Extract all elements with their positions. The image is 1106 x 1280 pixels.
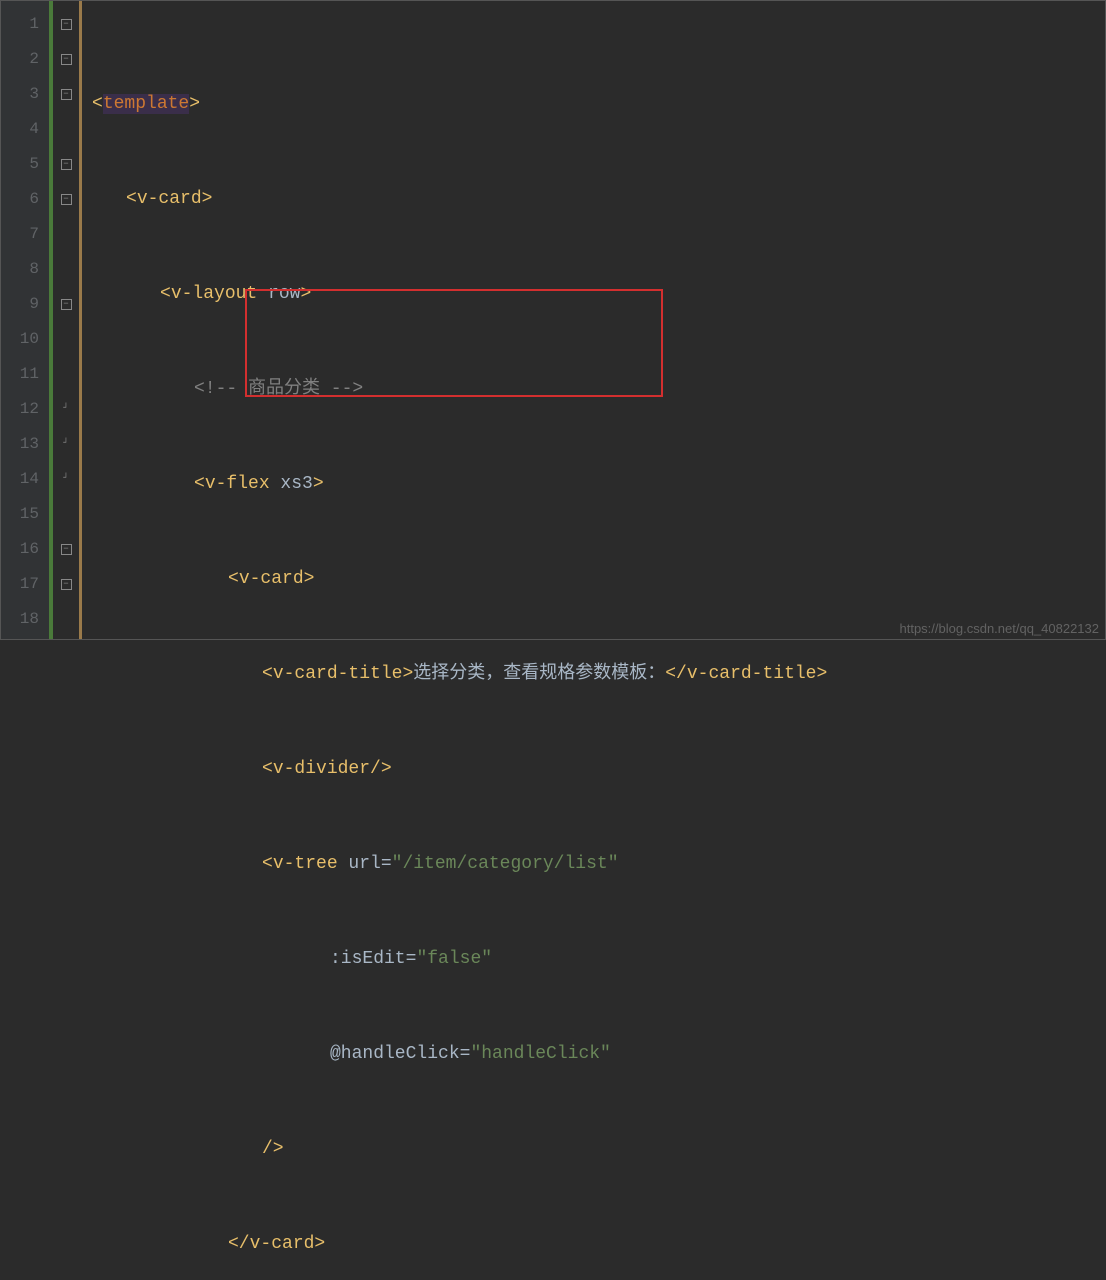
line-number[interactable]: 17: [1, 567, 39, 602]
tag-v-flex: v-flex: [205, 474, 270, 494]
fold-end: ┘: [53, 392, 79, 427]
tag-v-divider: v-divider: [273, 759, 370, 779]
line-number[interactable]: 8: [1, 252, 39, 287]
attr-value-handleclick: "handleClick": [470, 1044, 610, 1064]
fold-toggle[interactable]: −: [53, 7, 79, 42]
line-number[interactable]: 1: [1, 7, 39, 42]
code-area[interactable]: <template> <v-card> <v-layout row> <!-- …: [82, 1, 1105, 639]
line-number[interactable]: 5: [1, 147, 39, 182]
fold-toggle[interactable]: −: [53, 42, 79, 77]
line-number[interactable]: 16: [1, 532, 39, 567]
comment: <!-- 商品分类 -->: [194, 372, 363, 407]
line-number[interactable]: 6: [1, 182, 39, 217]
line-number[interactable]: 2: [1, 42, 39, 77]
fold-toggle[interactable]: −: [53, 567, 79, 602]
fold-toggle[interactable]: −: [53, 147, 79, 182]
fold-toggle[interactable]: −: [53, 532, 79, 567]
fold-toggle[interactable]: −: [53, 77, 79, 112]
attr-value-url: "/item/category/list": [392, 854, 619, 874]
tag-v-card: v-card: [137, 189, 202, 209]
watermark: https://blog.csdn.net/qq_40822132: [900, 621, 1100, 636]
line-number[interactable]: 15: [1, 497, 39, 532]
line-number[interactable]: 13: [1, 427, 39, 462]
tag-v-card: v-card: [239, 569, 304, 589]
line-number[interactable]: 18: [1, 602, 39, 637]
tag-v-tree: v-tree: [273, 854, 338, 874]
line-number-gutter: 1 2 3 4 5 6 7 8 9 10 11 12 13 14 15 16 1…: [1, 1, 49, 639]
fold-toggle[interactable]: −: [53, 182, 79, 217]
line-number[interactable]: 14: [1, 462, 39, 497]
line-number[interactable]: 11: [1, 357, 39, 392]
fold-end: ┘: [53, 462, 79, 497]
line-number[interactable]: 3: [1, 77, 39, 112]
code-editor: 1 2 3 4 5 6 7 8 9 10 11 12 13 14 15 16 1…: [1, 1, 1105, 639]
line-number[interactable]: 12: [1, 392, 39, 427]
line-number[interactable]: 7: [1, 217, 39, 252]
line-number[interactable]: 4: [1, 112, 39, 147]
tag-template: template: [103, 94, 189, 114]
attr-value-isedit: "false": [416, 949, 492, 969]
fold-toggle[interactable]: −: [53, 287, 79, 322]
tag-v-layout: v-layout: [171, 284, 257, 304]
fold-gutter: − − − − − − ┘ ┘ ┘ − −: [49, 1, 79, 639]
text-content: 选择分类，查看规格参数模板：: [413, 664, 665, 684]
line-number[interactable]: 10: [1, 322, 39, 357]
line-number[interactable]: 9: [1, 287, 39, 322]
fold-end: ┘: [53, 427, 79, 462]
